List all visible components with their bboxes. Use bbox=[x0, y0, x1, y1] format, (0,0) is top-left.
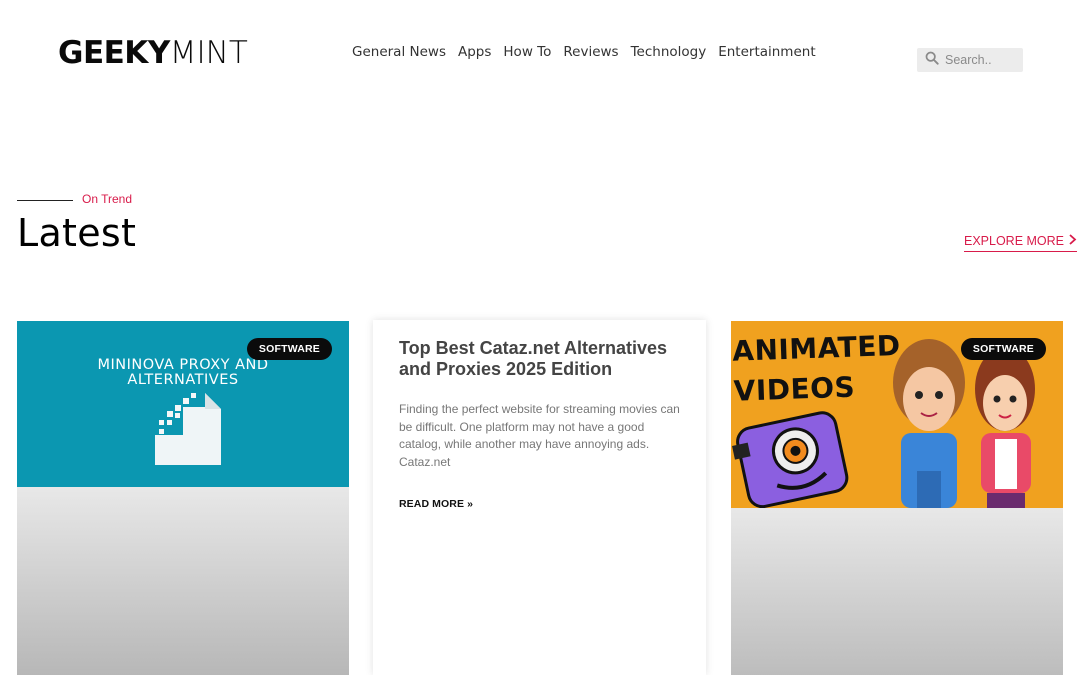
category-badge[interactable]: SOFTWARE bbox=[246, 338, 332, 360]
chevron-right-icon bbox=[1068, 234, 1077, 248]
section-title: Latest bbox=[17, 211, 137, 255]
category-badge[interactable]: SOFTWARE bbox=[960, 338, 1046, 360]
card-overlay bbox=[731, 508, 1063, 675]
nav-entertainment[interactable]: Entertainment bbox=[718, 44, 815, 60]
nav-technology[interactable]: Technology bbox=[631, 44, 707, 60]
document-icon bbox=[155, 393, 221, 465]
explore-more-link[interactable]: EXPLORE MORE bbox=[964, 234, 1078, 252]
post-thumbnail[interactable]: MININOVA PROXY AND ALTERNATIVES SOFTWARE bbox=[17, 321, 349, 487]
card-overlay bbox=[17, 487, 349, 675]
post-title[interactable]: Top Best Cataz.net Alternatives and Prox… bbox=[399, 338, 689, 380]
thumbnail-caption-line: ALTERNATIVES bbox=[127, 372, 239, 388]
post-thumbnail[interactable]: ANIMATED VIDEOS SOFTWARE bbox=[731, 321, 1063, 508]
nav-apps[interactable]: Apps bbox=[458, 44, 491, 60]
section-eyebrow: On Trend bbox=[82, 192, 133, 206]
main-nav: General News Apps How To Reviews Technol… bbox=[352, 44, 816, 60]
site-logo[interactable]: GEEKYMINT bbox=[58, 36, 248, 70]
logo-bold-part: GEEKY bbox=[58, 35, 170, 71]
logo-light-part: MINT bbox=[169, 35, 248, 71]
explore-more-label: EXPLORE MORE bbox=[964, 234, 1065, 248]
nav-reviews[interactable]: Reviews bbox=[563, 44, 618, 60]
site-header: GEEKYMINT General News Apps How To Revie… bbox=[0, 0, 1080, 110]
post-card-mininova[interactable]: MININOVA PROXY AND ALTERNATIVES SOFTWARE bbox=[17, 321, 349, 675]
search-input[interactable] bbox=[945, 53, 1025, 67]
thumbnail-caption-line: MININOVA PROXY AND bbox=[97, 357, 269, 373]
eyebrow-divider bbox=[17, 200, 73, 201]
nav-general-news[interactable]: General News bbox=[352, 44, 446, 60]
search-box[interactable] bbox=[917, 48, 1025, 72]
post-excerpt: Finding the perfect website for streamin… bbox=[399, 402, 680, 469]
nav-how-to[interactable]: How To bbox=[503, 44, 551, 60]
search-icon bbox=[925, 51, 939, 70]
thumbnail-caption: ANIMATED VIDEOS bbox=[731, 328, 902, 408]
thumbnail-caption: MININOVA PROXY AND ALTERNATIVES bbox=[17, 358, 349, 388]
post-card-cataz: Top Best Cataz.net Alternatives and Prox… bbox=[373, 320, 706, 675]
read-more-link[interactable]: READ MORE » bbox=[399, 498, 473, 510]
post-card-animated-videos[interactable]: ANIMATED VIDEOS SOFTWARE bbox=[731, 321, 1063, 675]
